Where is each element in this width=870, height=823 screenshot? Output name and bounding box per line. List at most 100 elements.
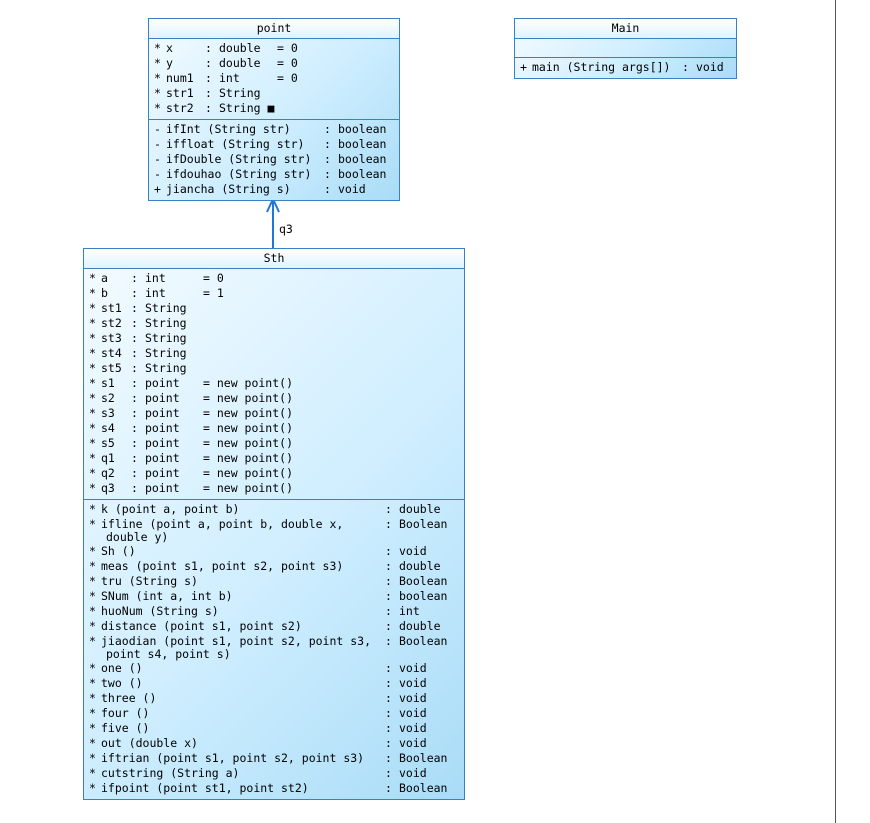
- attribute-row[interactable]: * y: double = 0: [149, 56, 399, 71]
- attribute-visibility: *: [89, 316, 96, 330]
- method-row[interactable]: * five (): void: [84, 721, 464, 736]
- method-row[interactable]: - ifInt (String str): boolean: [149, 122, 399, 137]
- attribute-name: st2: [101, 316, 122, 330]
- method-row[interactable]: * meas (point s1, point s2, point s3): dou…: [84, 559, 464, 574]
- class-title: Main: [515, 19, 736, 39]
- methods-section: + main (String args[]): void: [515, 58, 736, 78]
- method-separator: :: [324, 122, 331, 136]
- method-separator: :: [324, 167, 331, 181]
- method-row[interactable]: + main (String args[]): void: [515, 60, 736, 75]
- method-signature: iftrian (point s1, point s2, point s3): [101, 751, 365, 765]
- method-row[interactable]: * iftrian (point s1, point s2, point s3):…: [84, 751, 464, 766]
- attribute-type: point: [145, 406, 180, 420]
- attribute-row[interactable]: * num1: int = 0: [149, 71, 399, 86]
- method-row[interactable]: - ifDouble (String str): boolean: [149, 152, 399, 167]
- method-row[interactable]: * cutstring (String a): void: [84, 766, 464, 781]
- attribute-separator: :: [131, 391, 138, 405]
- attribute-row[interactable]: * st2: String: [84, 316, 464, 331]
- attribute-visibility: *: [89, 271, 96, 285]
- attribute-separator: :: [131, 376, 138, 390]
- attribute-row[interactable]: * q1: point = new point(): [84, 451, 464, 466]
- method-return-type: void: [399, 706, 427, 720]
- attribute-type: String: [145, 316, 187, 330]
- method-visibility: *: [89, 502, 96, 516]
- attribute-type: point: [145, 481, 180, 495]
- method-row[interactable]: * distance (point s1, point s2): double: [84, 619, 464, 634]
- method-return-type: void: [338, 182, 366, 196]
- attribute-row[interactable]: * x: double = 0: [149, 41, 399, 56]
- method-return-type: double: [399, 559, 441, 573]
- attribute-row[interactable]: * q2: point = new point(): [84, 466, 464, 481]
- attribute-separator: :: [131, 271, 138, 285]
- attribute-visibility: *: [89, 466, 96, 480]
- attribute-row[interactable]: * s2: point = new point(): [84, 391, 464, 406]
- attribute-visibility: *: [89, 376, 96, 390]
- method-row[interactable]: * one (): void: [84, 661, 464, 676]
- attribute-row[interactable]: * s1: point = new point(): [84, 376, 464, 391]
- method-row[interactable]: * three (): void: [84, 691, 464, 706]
- method-row[interactable]: * four (): void: [84, 706, 464, 721]
- attribute-row[interactable]: * q3: point = new point(): [84, 481, 464, 496]
- attribute-type: String: [145, 346, 187, 360]
- method-row-continuation: double y): [84, 531, 464, 544]
- method-visibility: *: [89, 706, 96, 720]
- attribute-visibility: *: [89, 451, 96, 465]
- attribute-row[interactable]: * str2: String ■: [149, 101, 399, 116]
- attribute-type: point: [145, 466, 180, 480]
- method-separator: :: [385, 544, 392, 558]
- method-return-type: void: [399, 544, 427, 558]
- method-signature: tru (String s): [101, 574, 198, 588]
- attribute-initial-value: = new point(): [203, 466, 294, 480]
- attribute-row[interactable]: * a: int = 0: [84, 271, 464, 286]
- method-separator: :: [385, 751, 392, 765]
- attribute-name: s2: [101, 391, 115, 405]
- method-row[interactable]: + jiancha (String s): void: [149, 182, 399, 197]
- attribute-visibility: *: [154, 71, 161, 85]
- attribute-separator: :: [205, 101, 212, 115]
- method-visibility: *: [89, 721, 96, 735]
- method-row[interactable]: * two (): void: [84, 676, 464, 691]
- attribute-type: point: [145, 421, 180, 435]
- method-row[interactable]: - ifdouhao (String str): boolean: [149, 167, 399, 182]
- method-visibility: *: [89, 661, 96, 675]
- attribute-type: String: [145, 361, 187, 375]
- attribute-row[interactable]: * st4: String: [84, 346, 464, 361]
- attribute-row[interactable]: * s3: point = new point(): [84, 406, 464, 421]
- class-point[interactable]: point * x: double = 0 * y: double = 0 * num1: int =…: [148, 18, 400, 201]
- method-row[interactable]: * tru (String s): Boolean: [84, 574, 464, 589]
- attribute-type: double: [219, 41, 261, 55]
- method-row[interactable]: * SNum (int a, int b): boolean: [84, 589, 464, 604]
- attribute-type: int: [145, 271, 166, 285]
- method-signature: three (): [101, 691, 157, 705]
- attribute-row[interactable]: * st1: String: [84, 301, 464, 316]
- attribute-row[interactable]: * str1: String: [149, 86, 399, 101]
- attribute-type: String: [145, 331, 187, 345]
- method-separator: :: [385, 574, 392, 588]
- attribute-row[interactable]: * st3: String: [84, 331, 464, 346]
- class-sth[interactable]: Sth * a: int = 0 * b: int = 1 * st1: String * st2: St…: [83, 248, 465, 800]
- method-separator: :: [385, 619, 392, 633]
- method-return-type: void: [399, 766, 427, 780]
- method-row[interactable]: * ifpoint (point st1, point st2): Boolean: [84, 781, 464, 796]
- method-row[interactable]: - iffloat (String str): boolean: [149, 137, 399, 152]
- method-row[interactable]: * huoNum (String s): int: [84, 604, 464, 619]
- method-signature: two (): [101, 676, 143, 690]
- method-row[interactable]: * out (double x): void: [84, 736, 464, 751]
- method-separator: :: [385, 781, 392, 795]
- class-main[interactable]: Main + main (String args[]): void: [514, 18, 737, 79]
- class-title: point: [149, 19, 399, 39]
- method-signature: cutstring (String a): [101, 766, 240, 780]
- method-visibility: *: [89, 517, 96, 531]
- attribute-separator: :: [205, 56, 212, 70]
- method-row[interactable]: * Sh (): void: [84, 544, 464, 559]
- attribute-row[interactable]: * st5: String: [84, 361, 464, 376]
- attribute-row[interactable]: * s4: point = new point(): [84, 421, 464, 436]
- attribute-name: str1: [166, 86, 194, 100]
- attribute-visibility: *: [89, 361, 96, 375]
- method-row[interactable]: * k (point a, point b): double: [84, 502, 464, 517]
- attribute-separator: :: [131, 421, 138, 435]
- attribute-row[interactable]: * b: int = 1: [84, 286, 464, 301]
- attribute-name: q2: [101, 466, 115, 480]
- attribute-row[interactable]: * s5: point = new point(): [84, 436, 464, 451]
- method-signature: iffloat (String str): [166, 137, 305, 151]
